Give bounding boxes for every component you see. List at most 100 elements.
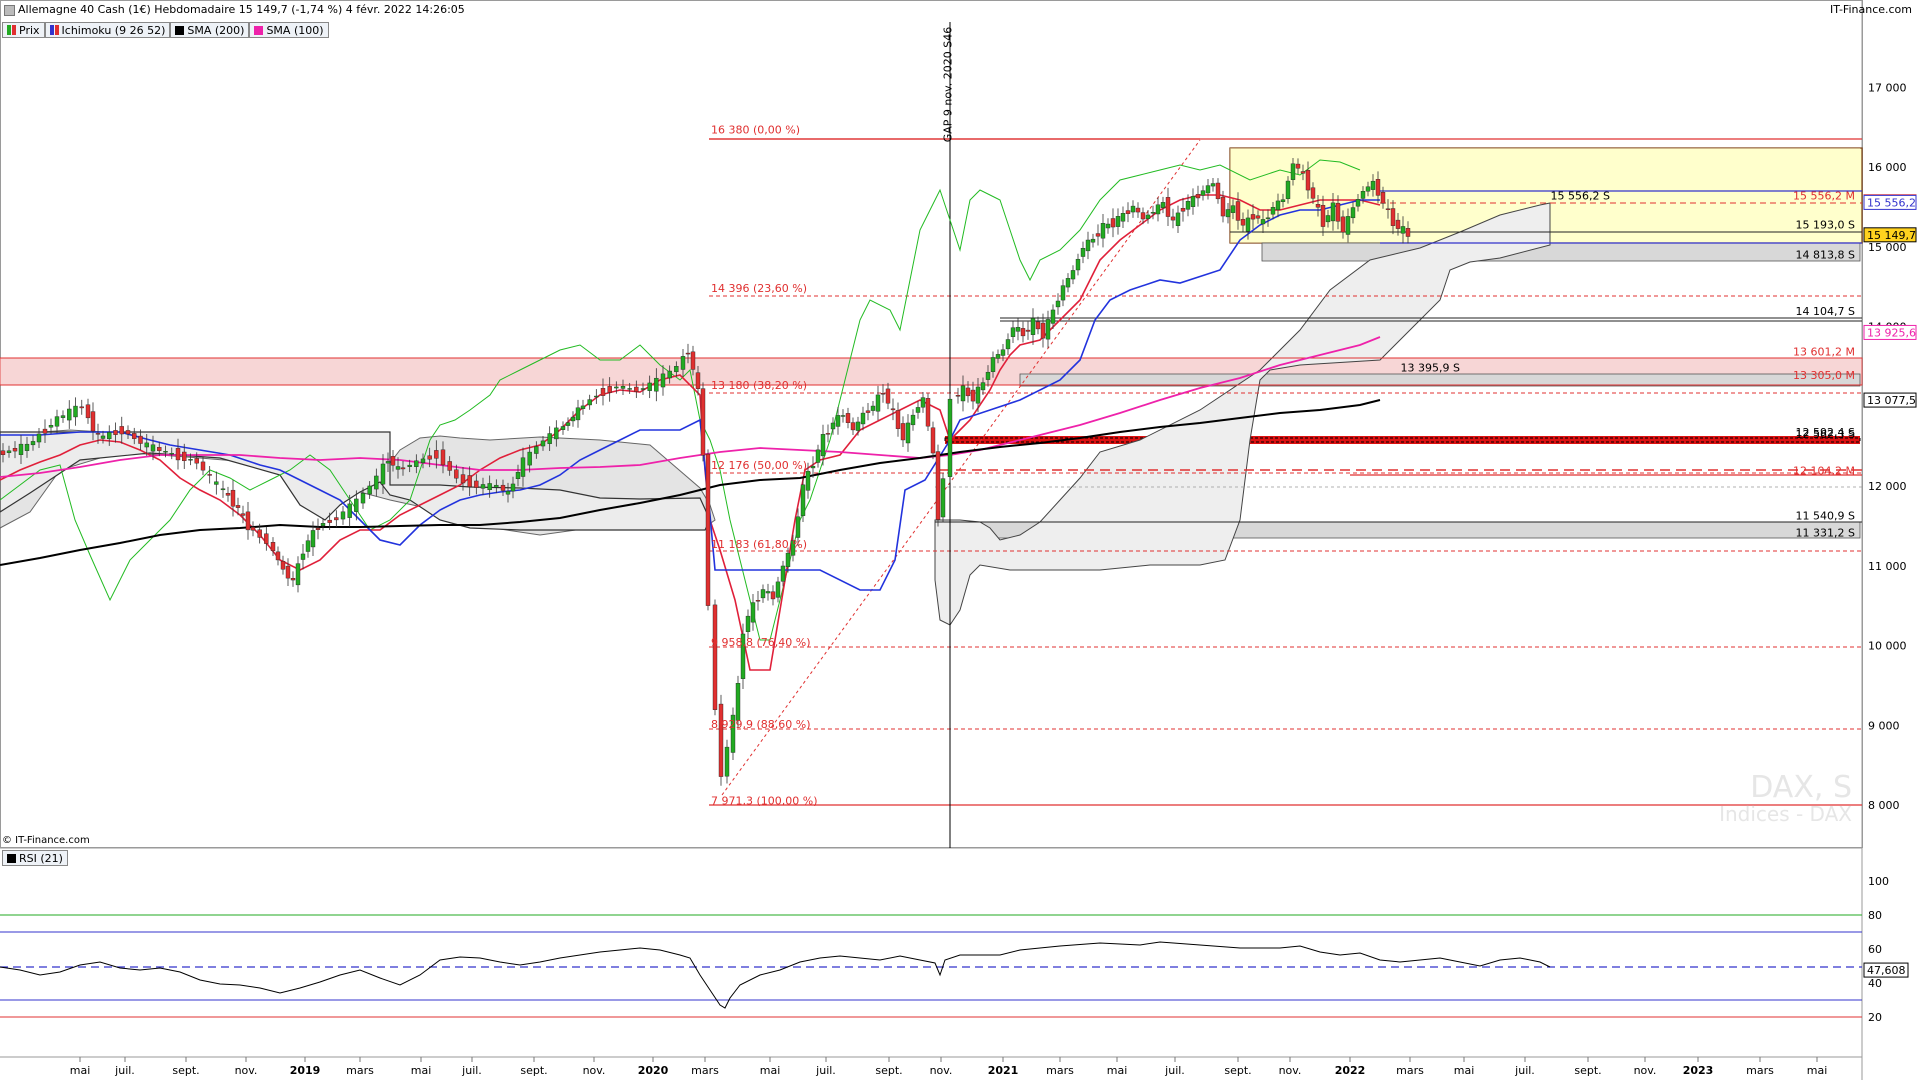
candle-body [24,443,30,451]
candle-body [1300,171,1306,174]
candle-body [1395,219,1401,229]
candle-body [947,398,953,477]
candle-body [505,490,511,495]
legend-label-sma100: SMA (100) [266,23,324,37]
x-axis-label: mai [411,1064,432,1077]
candle-body [965,387,971,397]
ichimoku-icon [49,25,54,35]
candle-body [607,386,612,393]
square-icon [254,25,264,35]
candle-body [667,370,672,379]
candle-body [520,457,526,477]
candle-body [955,395,961,397]
candle-body [1305,170,1311,191]
candle-body [1265,217,1271,219]
candle-body [1405,228,1411,237]
x-axis-label: mai [760,1064,781,1077]
candle-body [414,460,419,467]
candle-body [515,471,521,480]
legend-item-prix[interactable]: Prix [2,22,45,38]
candle-body [1210,183,1216,187]
candle-body [480,484,486,489]
candle-body [1390,208,1396,226]
square-icon [175,25,185,35]
candle-body [270,542,276,552]
legend-label-sma200: SMA (200) [187,23,245,37]
x-axis-label: nov. [930,1064,953,1077]
sr-level-label: 13 601,2 M [1793,345,1855,358]
candle-body [420,458,426,464]
candle-body [845,413,851,423]
fib-label: 7 971,3 (100,00 %) [711,794,818,807]
candle-body [580,405,586,409]
candle-body [995,354,1001,359]
sr-level-label: 11 331,2 S [1796,526,1855,539]
legend-item-ichimoku[interactable]: Ichimoku (9 26 52) [44,22,171,38]
price-panel-frame [0,0,1863,848]
candle-body [1335,202,1341,222]
price-tick-label: 9 000 [1868,719,1900,732]
price-tag-label: 15 149,7 [1867,229,1916,242]
price-tick-label: 12 000 [1868,480,1907,493]
rsi-legend[interactable]: RSI (21) [2,850,68,866]
x-axis-label: nov. [1634,1064,1657,1077]
candle-body [440,449,446,466]
sr-level-label: 15 556,2 M [1793,189,1855,202]
candle-body [275,551,281,561]
candle-body [735,683,741,721]
price-tick-label: 17 000 [1868,81,1907,94]
candle-body [1160,202,1166,208]
candle-body [374,475,379,490]
candle-body [1375,179,1381,196]
candle-body [257,529,262,538]
candle-body [1195,194,1201,199]
candle-body [1340,216,1346,233]
candle-body [575,407,581,421]
candle-body [385,461,391,464]
x-axis-label: juil. [815,1064,836,1077]
candle-body [334,517,339,521]
sr-level-label: 15 193,0 S [1796,218,1855,231]
candle-body [1240,219,1246,226]
candle-body [1325,215,1331,223]
candle-body [1150,212,1156,214]
candle-body [1350,207,1356,219]
fib-label: 12 176 (50,00 %) [711,459,807,472]
fib-label: 8 929,9 (88,60 %) [711,718,811,731]
fib-label: 11 183 (61,80 %) [711,538,807,551]
ichimoku-icon-red [54,25,59,35]
candle-body [547,433,552,444]
candle-body [690,351,696,370]
candle-body [534,446,539,454]
candle-body [634,386,639,392]
candle-body [500,484,506,491]
candle-body [594,395,599,398]
legend-item-sma100[interactable]: SMA (100) [249,22,329,38]
x-axis-label: sept. [1224,1064,1251,1077]
x-axis-label: nov. [583,1064,606,1077]
candle-body [915,407,921,413]
x-axis-label: juil. [1164,1064,1185,1077]
candle-body [1225,209,1231,218]
candle-body [315,527,321,530]
legend-item-sma200[interactable]: SMA (200) [170,22,250,38]
candle-body [1020,328,1026,337]
candle-body [220,488,226,491]
x-axis-label: juil. [1514,1064,1535,1077]
brand-label[interactable]: IT-Finance.com [1830,3,1912,16]
candle-body [380,463,386,485]
candle-body [1205,185,1211,194]
sr-level-label: 12 562,3 S [1796,428,1855,441]
candle-body [150,444,156,452]
candle-body [1155,204,1161,215]
candle-body [119,426,124,435]
watermark-category: Indices - DAX [1719,802,1852,826]
candle-body [1130,205,1136,213]
candle-body [1355,199,1361,207]
x-axis-label: 2019 [290,1064,321,1077]
candle-body [895,410,901,429]
candle-body [90,411,96,432]
candle-body [1095,233,1101,237]
candle-body [407,464,412,467]
candle-body [467,475,472,488]
